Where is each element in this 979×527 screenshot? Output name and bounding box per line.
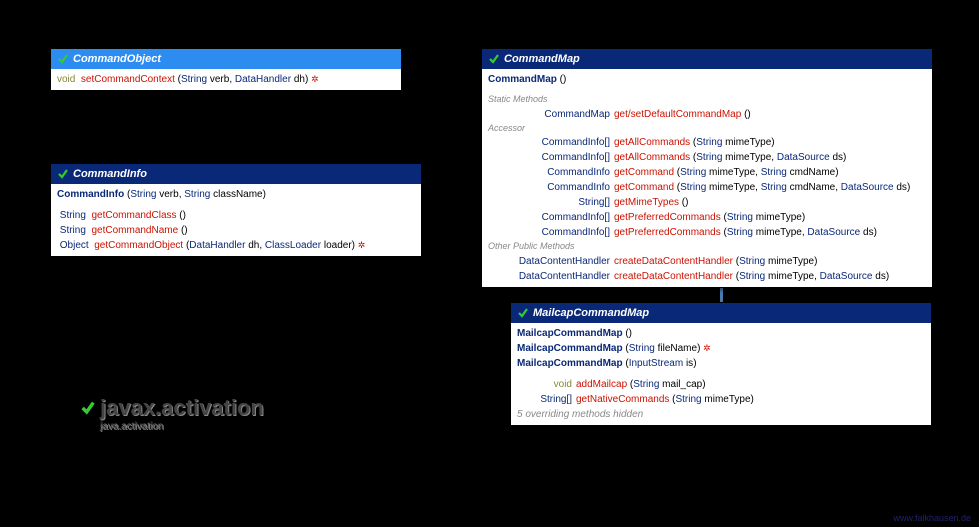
box-body: MailcapCommandMap () MailcapCommandMap (… bbox=[511, 323, 931, 425]
method-row: voidaddMailcap (String mail_cap) bbox=[517, 377, 925, 392]
method-row: String getCommandClass () bbox=[57, 208, 415, 223]
constructor-row: MailcapCommandMap () bbox=[517, 326, 925, 341]
class-box-mailcapcommandmap: MailcapCommandMap MailcapCommandMap () M… bbox=[510, 302, 932, 426]
method-row: CommandInfogetCommand (String mimeType, … bbox=[488, 180, 926, 195]
class-title: CommandInfo bbox=[73, 168, 147, 180]
constructor-row: CommandMap () bbox=[488, 72, 926, 87]
class-title: CommandObject bbox=[73, 53, 161, 65]
package-subtitle: java.activation bbox=[100, 421, 264, 432]
method-row: Object getCommandObject (DataHandler dh,… bbox=[57, 238, 415, 253]
box-body: CommandInfo (String verb, String classNa… bbox=[51, 184, 421, 256]
method-row: CommandInfo[]getAllCommands (String mime… bbox=[488, 150, 926, 165]
box-body: CommandMap () Static Methods CommandMapg… bbox=[482, 69, 932, 287]
credit-link[interactable]: www.falkhausen.de bbox=[893, 513, 971, 523]
method-row: CommandInfo[]getPreferredCommands (Strin… bbox=[488, 210, 926, 225]
method-row: void setCommandContext (String verb, Dat… bbox=[57, 72, 395, 87]
section-label: Accessor bbox=[488, 122, 926, 136]
hidden-methods-note: 5 overriding methods hidden bbox=[517, 407, 925, 422]
method-row: CommandInfo[]getAllCommands (String mime… bbox=[488, 135, 926, 150]
method-row: CommandInfo[]getPreferredCommands (Strin… bbox=[488, 225, 926, 240]
box-header: CommandObject bbox=[51, 49, 401, 69]
class-title: MailcapCommandMap bbox=[533, 307, 649, 319]
method-row: String getCommandName () bbox=[57, 223, 415, 238]
box-body: void setCommandContext (String verb, Dat… bbox=[51, 69, 401, 90]
class-box-commandinfo: CommandInfo CommandInfo (String verb, St… bbox=[50, 163, 422, 257]
section-label: Static Methods bbox=[488, 93, 926, 107]
method-row: DataContentHandlercreateDataContentHandl… bbox=[488, 269, 926, 284]
constructor-row: MailcapCommandMap (InputStream is) bbox=[517, 356, 925, 371]
box-header: MailcapCommandMap bbox=[511, 303, 931, 323]
package-title: javax.activation bbox=[100, 395, 264, 421]
check-icon bbox=[517, 307, 529, 319]
check-icon bbox=[57, 168, 69, 180]
constructor-row: CommandInfo (String verb, String classNa… bbox=[57, 187, 415, 202]
method-row: CommandMapget/setDefaultCommandMap () bbox=[488, 107, 926, 122]
class-title: CommandMap bbox=[504, 53, 580, 65]
class-box-commandobject: CommandObject void setCommandContext (St… bbox=[50, 48, 402, 91]
method-row: DataContentHandlercreateDataContentHandl… bbox=[488, 254, 926, 269]
class-box-commandmap: CommandMap CommandMap () Static Methods … bbox=[481, 48, 933, 288]
method-row: String[]getMimeTypes () bbox=[488, 195, 926, 210]
method-row: CommandInfogetCommand (String mimeType, … bbox=[488, 165, 926, 180]
package-title-block: javax.activation java.activation bbox=[80, 395, 264, 432]
check-icon bbox=[80, 400, 96, 416]
check-icon bbox=[488, 53, 500, 65]
box-header: CommandMap bbox=[482, 49, 932, 69]
constructor-row: MailcapCommandMap (String fileName) ✲ bbox=[517, 341, 925, 356]
box-header: CommandInfo bbox=[51, 164, 421, 184]
check-icon bbox=[57, 53, 69, 65]
method-row: String[]getNativeCommands (String mimeTy… bbox=[517, 392, 925, 407]
section-label: Other Public Methods bbox=[488, 240, 926, 254]
